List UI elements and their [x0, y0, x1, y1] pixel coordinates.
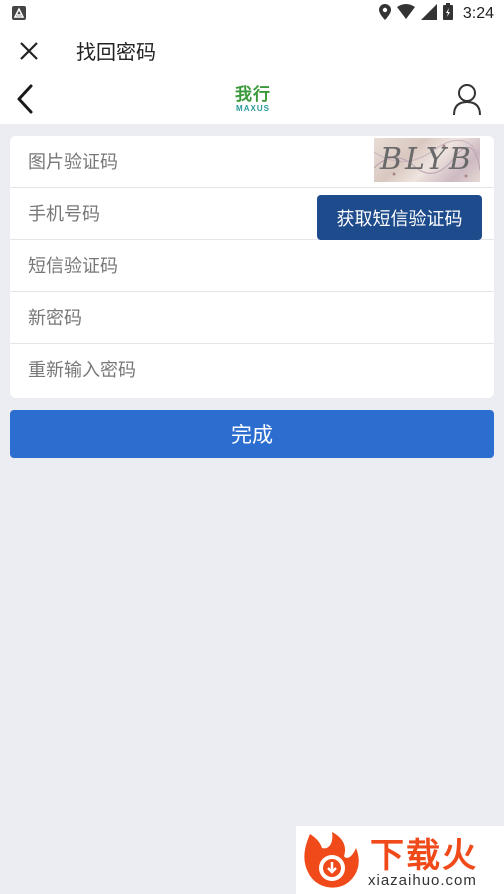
image-captcha-input[interactable] — [28, 136, 318, 188]
fire-logo-icon — [298, 830, 364, 894]
reset-password-form: BLYB 获取短信验证码 — [10, 136, 494, 398]
app-header: 我行 MAXUS — [0, 74, 504, 124]
title-bar: 找回密码 — [0, 26, 504, 74]
status-bar: 3:24 — [0, 0, 504, 26]
confirm-password-input[interactable] — [28, 344, 318, 396]
phone-row: 获取短信验证码 — [10, 188, 494, 240]
watermark-title: 下载火 — [370, 836, 478, 876]
location-icon — [378, 3, 391, 24]
get-sms-code-button[interactable]: 获取短信验证码 — [317, 195, 482, 240]
logo-cn-text: 我行 — [235, 85, 271, 105]
sms-code-input[interactable] — [28, 240, 318, 292]
captcha-text: BLYB — [380, 142, 474, 177]
phone-input[interactable] — [28, 188, 318, 240]
maxus-logo: 我行 MAXUS — [226, 86, 280, 118]
watermark: 下载火 xiazaihuo.com — [296, 826, 504, 894]
notification-a-icon — [12, 5, 26, 24]
new-password-input[interactable] — [28, 292, 318, 344]
watermark-url: xiazaihuo.com — [368, 872, 477, 889]
done-button[interactable]: 完成 — [10, 410, 494, 458]
status-time: 3:24 — [462, 4, 494, 22]
signal-icon — [420, 3, 437, 24]
page-title: 找回密码 — [76, 40, 156, 64]
new-password-row — [10, 292, 494, 344]
logo-en-text: MAXUS — [236, 104, 270, 113]
confirm-password-row — [10, 344, 494, 396]
close-icon[interactable] — [18, 40, 40, 62]
sms-code-row — [10, 240, 494, 292]
wifi-icon — [396, 3, 415, 24]
user-profile-icon[interactable] — [452, 82, 482, 116]
captcha-image[interactable]: BLYB — [374, 138, 480, 182]
battery-icon — [442, 3, 453, 24]
image-captcha-row: BLYB — [10, 136, 494, 188]
back-chevron-icon[interactable] — [14, 82, 38, 116]
